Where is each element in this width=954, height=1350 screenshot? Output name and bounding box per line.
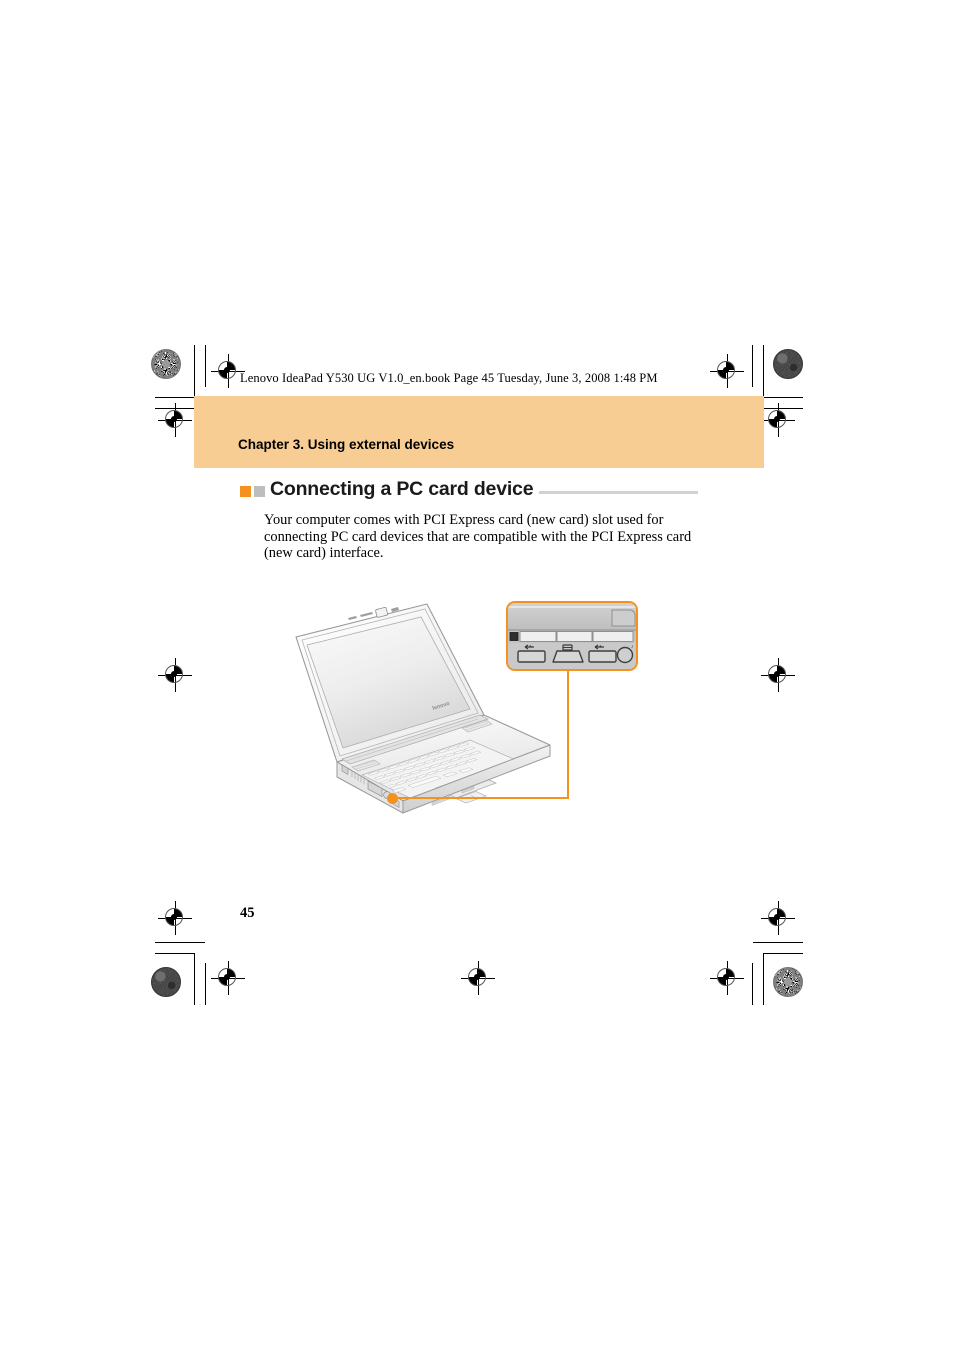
crop-line <box>752 963 753 1005</box>
body-line-2: connecting PC card devices that are comp… <box>264 528 692 545</box>
reg-mark-mid-left <box>158 658 192 692</box>
reg-mark-bottom-left-inner <box>211 961 245 995</box>
crop-line <box>205 963 206 1005</box>
reg-mark-bottom-right-inner <box>710 961 744 995</box>
printed-page: Lenovo IdeaPad Y530 UG V1.0_en.book Page… <box>0 0 954 1350</box>
section-title-row: Connecting a PC card device <box>240 478 710 506</box>
page-number: 45 <box>240 905 255 921</box>
reg-mark-top-left <box>158 403 192 437</box>
reg-mark-bottom-right <box>761 901 795 935</box>
body-paragraph: Your computer comes with PCI Express car… <box>264 512 696 562</box>
left-side-ports-callout: ♪ <box>506 601 638 671</box>
body-line-1: Your computer comes with PCI Express car… <box>264 512 664 528</box>
crop-line <box>752 345 753 387</box>
crop-line <box>753 942 803 943</box>
crop-line <box>194 953 195 1005</box>
density-dot-top-left <box>151 349 181 379</box>
crop-line <box>763 953 803 954</box>
density-dot-bottom-right <box>773 967 803 997</box>
crop-line <box>155 953 195 954</box>
file-header-text: Lenovo IdeaPad Y530 UG V1.0_en.book Page… <box>240 371 658 385</box>
reg-mark-bottom-center <box>461 961 495 995</box>
crop-line <box>194 345 195 397</box>
bullet-square-gray-icon <box>254 486 265 497</box>
reg-mark-top-right <box>761 403 795 437</box>
crop-line <box>155 942 205 943</box>
density-dot-bottom-left <box>151 967 181 997</box>
density-dot-top-right <box>773 349 803 379</box>
title-rule <box>539 491 698 494</box>
crop-line <box>763 953 764 1005</box>
chapter-banner: Chapter 3. Using external devices <box>194 396 764 468</box>
callout-leader-line-vertical <box>567 671 569 799</box>
crop-line <box>763 345 764 397</box>
body-line-3: (new card) interface. <box>264 545 384 562</box>
reg-mark-top-right-inner <box>710 354 744 388</box>
crop-line <box>205 345 206 387</box>
bullet-square-orange-icon <box>240 486 251 497</box>
page-title: Connecting a PC card device <box>270 478 534 500</box>
reg-mark-mid-right <box>761 658 795 692</box>
reg-mark-bottom-left <box>158 901 192 935</box>
callout-leader-line-horizontal <box>392 797 569 799</box>
chapter-title: Chapter 3. Using external devices <box>238 437 455 452</box>
